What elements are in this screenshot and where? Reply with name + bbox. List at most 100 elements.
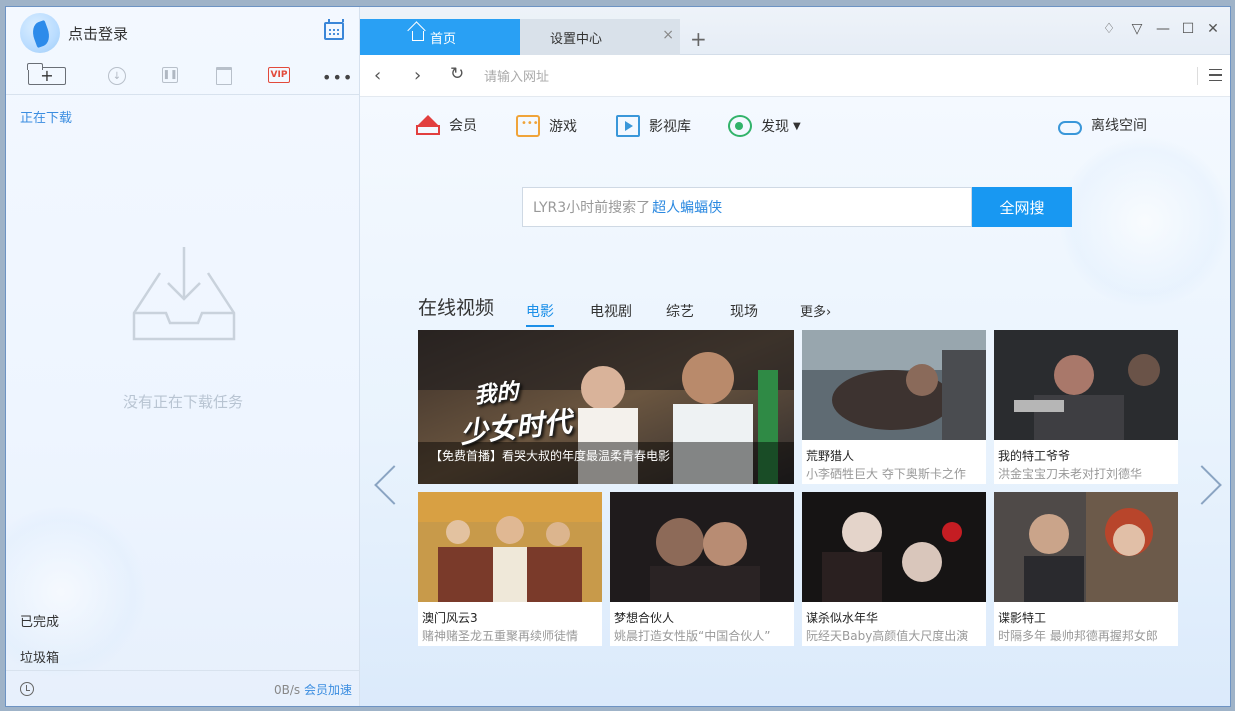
skin-icon[interactable]: ♢ [1099, 19, 1119, 39]
empty-download-text: 没有正在下载任务 [122, 393, 243, 411]
login-link[interactable]: 点击登录 [68, 23, 128, 44]
browser-menu-icon[interactable] [1209, 69, 1222, 81]
tab-bar: 首页 设置中心 × + ♢ ▽ — ☐ ✕ [360, 7, 1230, 55]
completed-link[interactable]: 已完成 [20, 611, 59, 630]
login-area[interactable]: 点击登录 [20, 13, 128, 53]
cloud-icon [1058, 121, 1082, 135]
pause-icon[interactable]: ❚❚ [162, 67, 178, 83]
main-menu-icon[interactable]: ▽ [1127, 19, 1147, 39]
trash-link[interactable]: 垃圾箱 [20, 647, 59, 666]
quicknav-games[interactable]: 游戏 [516, 115, 577, 137]
chevron-down-icon: ▼ [793, 120, 801, 132]
category-tab-variety[interactable]: 综艺 [666, 301, 694, 321]
featured-poster-title: 我的 少女时代 [455, 368, 574, 451]
video-title: 澳门风云3 [422, 611, 478, 625]
new-task-button[interactable]: + [27, 63, 66, 85]
refresh-icon[interactable]: ↻ [450, 64, 464, 84]
quicknav-film-library[interactable]: 影视库 [616, 115, 691, 137]
poster-image [994, 492, 1178, 602]
video-card[interactable]: 荒野猎人 小李硒牲巨大 夺下奥斯卡之作 [802, 330, 986, 484]
video-title: 梦想合伙人 [614, 611, 675, 625]
start-download-icon[interactable]: ↓ [108, 67, 126, 85]
decorative-bubble [1060, 137, 1230, 307]
video-subtitle: 小李硒牲巨大 夺下奥斯卡之作 [806, 467, 966, 481]
url-input[interactable] [484, 61, 1184, 91]
more-dots: ••• [322, 67, 354, 87]
category-tab-live[interactable]: 现场 [730, 301, 758, 321]
member-speedup-link[interactable]: 会员加速 [304, 683, 352, 697]
tab-close-icon[interactable]: × [662, 27, 674, 43]
download-panel: 点击登录 + ↓ ❚❚ VIP ••• 正在下载 没有正在下载任务 已完成 垃圾… [6, 7, 360, 706]
speed-area: 0B/s 会员加速 [274, 681, 352, 698]
video-subtitle: 姚晨打造女性版“中国合伙人” [614, 629, 771, 643]
search-hint-keyword[interactable]: 超人蝙蝠侠 [652, 197, 722, 217]
poster-image [802, 330, 986, 440]
home-icon [412, 31, 424, 41]
tab-settings[interactable]: 设置中心 × [520, 19, 680, 55]
search-button[interactable]: 全网搜 [972, 187, 1072, 227]
alarm-clock-icon[interactable] [20, 682, 34, 696]
section-title: 在线视频 [418, 297, 495, 319]
quicknav-offline-label: 离线空间 [1091, 118, 1147, 134]
calendar-icon[interactable] [324, 19, 344, 40]
category-more-link[interactable]: 更多› [800, 301, 831, 320]
film-library-icon [616, 115, 640, 137]
downloading-section[interactable]: 正在下载 [20, 107, 72, 126]
category-tab-tv[interactable]: 电视剧 [590, 301, 632, 321]
more-options-icon[interactable]: ••• [322, 67, 353, 87]
quicknav-vip[interactable]: 会员 [416, 115, 477, 135]
forward-icon[interactable]: › [414, 65, 421, 86]
home-content: 会员 游戏 影视库 发现 ▼ 离线空间 LYR3小时前搜索了 超人蝙蝠侠 [360, 97, 1230, 706]
category-tab-movies[interactable]: 电影 [526, 301, 554, 327]
video-subtitle: 阮经天Baby高颜值大尺度出演 [806, 629, 969, 643]
video-subtitle: 洪金宝宝刀未老对打刘德华 [998, 467, 1143, 481]
discover-icon [728, 115, 752, 137]
tab-home[interactable]: 首页 [360, 19, 520, 55]
video-subtitle: 赌神赌圣龙五重聚再续师徒情 [422, 629, 579, 643]
search-input[interactable]: LYR3小时前搜索了 超人蝙蝠侠 [522, 187, 972, 227]
app-window: 点击登录 + ↓ ❚❚ VIP ••• 正在下载 没有正在下载任务 已完成 垃圾… [5, 6, 1231, 707]
crown-icon [416, 115, 440, 135]
address-bar: ‹ › ↻ [360, 55, 1230, 97]
featured-video-card[interactable]: 我的 少女时代 【免费首播】看哭大叔的年度最温柔青春电影 [418, 330, 794, 484]
vip-label: VIP [270, 70, 288, 80]
game-icon [516, 115, 540, 137]
delete-icon[interactable] [216, 67, 232, 85]
poster-image [994, 330, 1178, 440]
quicknav-film-label: 影视库 [649, 119, 691, 135]
thunder-logo-icon[interactable] [20, 13, 60, 53]
vip-icon[interactable]: VIP [268, 67, 290, 83]
maximize-button[interactable]: ☐ [1178, 19, 1198, 39]
browser-panel: 首页 设置中心 × + ♢ ▽ — ☐ ✕ ‹ › ↻ 会员 [360, 7, 1230, 706]
divider [1197, 67, 1198, 85]
video-subtitle: 时隔多年 最帅邦德再握邦女郎 [998, 629, 1158, 643]
video-title: 谋杀似水年华 [806, 611, 879, 625]
quicknav-offline-space[interactable]: 离线空间 [1058, 115, 1147, 135]
back-icon[interactable]: ‹ [374, 65, 381, 86]
featured-caption: 【免费首播】看哭大叔的年度最温柔青春电影 [430, 449, 671, 463]
video-card[interactable]: 谍影特工 时隔多年 最帅邦德再握邦女郎 [994, 492, 1178, 646]
minimize-button[interactable]: — [1153, 19, 1173, 39]
new-tab-button[interactable]: + [690, 27, 707, 51]
tab-settings-label: 设置中心 [550, 31, 603, 47]
status-bar: 0B/s 会员加速 [6, 670, 360, 706]
new-task-plus: + [40, 66, 54, 85]
video-card[interactable]: 梦想合伙人 姚晨打造女性版“中国合伙人” [610, 492, 794, 646]
empty-inbox-icon [132, 247, 236, 341]
close-button[interactable]: ✕ [1203, 19, 1223, 39]
quicknav-discover-label: 发现 [761, 119, 789, 135]
video-title: 荒野猎人 [806, 449, 855, 463]
video-title: 谍影特工 [998, 611, 1047, 625]
carousel-prev-icon[interactable] [372, 465, 392, 505]
poster-image [418, 492, 602, 602]
poster-image [610, 492, 794, 602]
quicknav-discover[interactable]: 发现 ▼ [728, 115, 801, 137]
carousel-next-icon[interactable] [1202, 465, 1222, 505]
tab-home-label: 首页 [430, 31, 457, 47]
download-speed: 0B/s [273, 683, 301, 697]
video-card[interactable]: 谋杀似水年华 阮经天Baby高颜值大尺度出演 [802, 492, 986, 646]
quicknav-games-label: 游戏 [549, 119, 577, 135]
video-card[interactable]: 我的特工爷爷 洪金宝宝刀未老对打刘德华 [994, 330, 1178, 484]
video-card[interactable]: 澳门风云3 赌神赌圣龙五重聚再续师徒情 [418, 492, 602, 646]
quicknav-vip-label: 会员 [449, 118, 477, 134]
